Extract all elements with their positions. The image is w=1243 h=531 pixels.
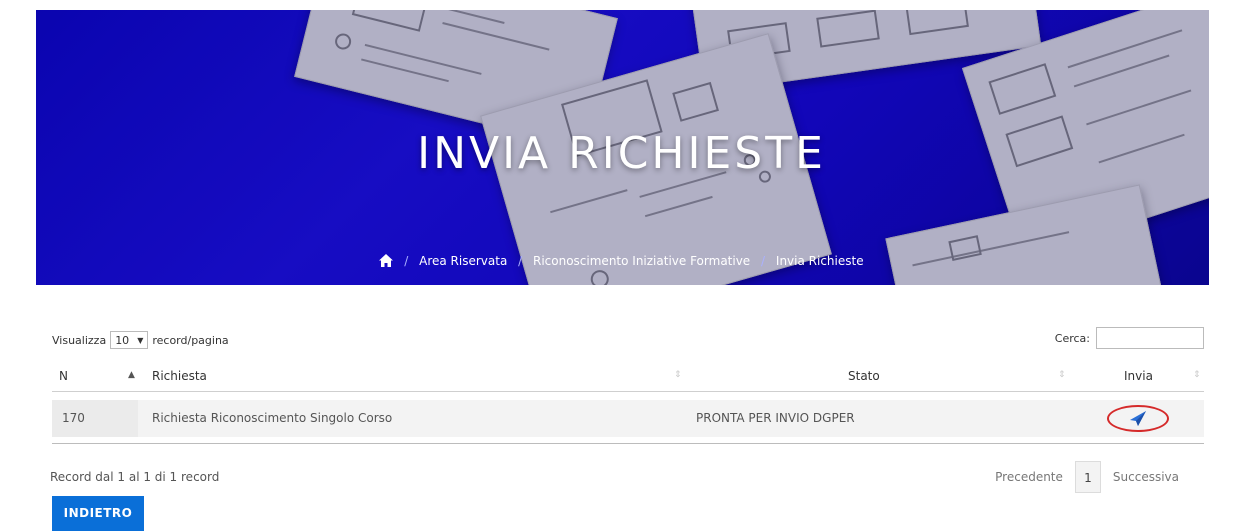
cell-richiesta: Richiesta Riconoscimento Singolo Corso: [152, 411, 393, 425]
breadcrumb-separator: /: [518, 254, 523, 268]
breadcrumb: / Area Riservata / Riconoscimento Inizia…: [0, 254, 1243, 268]
pagination: Precedente 1 Successiva: [983, 461, 1191, 493]
next-page-button[interactable]: Successiva: [1101, 461, 1191, 493]
requests-table: N ▲ Richiesta ⇕ Stato ⇕ Invia ⇕ 170 Rich…: [52, 362, 1204, 444]
sort-icon[interactable]: ⇕: [1193, 370, 1201, 380]
send-button[interactable]: [1107, 405, 1169, 432]
page-size-value: 10: [115, 333, 130, 347]
table-controls: Visualizza 10 ▼ record/pagina Cerca:: [52, 327, 1204, 351]
breadcrumb-item-riconoscimento[interactable]: Riconoscimento Iniziative Formative: [533, 254, 750, 268]
sort-asc-icon[interactable]: ▲: [128, 370, 135, 380]
table-row[interactable]: 170 Richiesta Riconoscimento Singolo Cor…: [52, 400, 1204, 437]
page-size-select[interactable]: 10 ▼: [110, 331, 149, 349]
breadcrumb-separator: /: [404, 254, 409, 268]
search-input[interactable]: [1096, 327, 1204, 349]
breadcrumb-item-current: Invia Richieste: [775, 254, 864, 268]
breadcrumb-item-area-riservata[interactable]: Area Riservata: [419, 254, 507, 268]
hero-header: INVIA RICHIESTE / Area Riservata / Ricon…: [0, 0, 1243, 285]
send-icon[interactable]: [1129, 410, 1147, 427]
sort-icon[interactable]: ⇕: [674, 370, 682, 380]
home-icon[interactable]: [379, 254, 394, 267]
column-header-stato[interactable]: Stato: [848, 369, 880, 383]
page-number-button[interactable]: 1: [1074, 461, 1101, 493]
search-label: Cerca:: [1054, 331, 1090, 345]
column-header-n[interactable]: N: [59, 369, 68, 383]
show-label: Visualizza: [52, 333, 107, 347]
sort-icon[interactable]: ⇕: [1058, 370, 1066, 380]
cell-stato: PRONTA PER INVIO DGPER: [696, 411, 855, 425]
table-divider: [52, 443, 1204, 444]
column-header-invia[interactable]: Invia: [1124, 369, 1153, 383]
column-header-richiesta[interactable]: Richiesta: [152, 369, 207, 383]
breadcrumb-separator: /: [761, 254, 766, 268]
records-info: Record dal 1 al 1 di 1 record: [50, 470, 220, 484]
table-header: N ▲ Richiesta ⇕ Stato ⇕ Invia ⇕: [52, 362, 1204, 392]
back-button[interactable]: INDIETRO: [52, 496, 144, 531]
page-title: INVIA RICHIESTE: [417, 128, 826, 179]
per-page-label: record/pagina: [152, 333, 229, 347]
cell-number: 170: [62, 411, 85, 425]
chevron-down-icon: ▼: [137, 335, 144, 345]
prev-page-button[interactable]: Precedente: [983, 461, 1075, 493]
